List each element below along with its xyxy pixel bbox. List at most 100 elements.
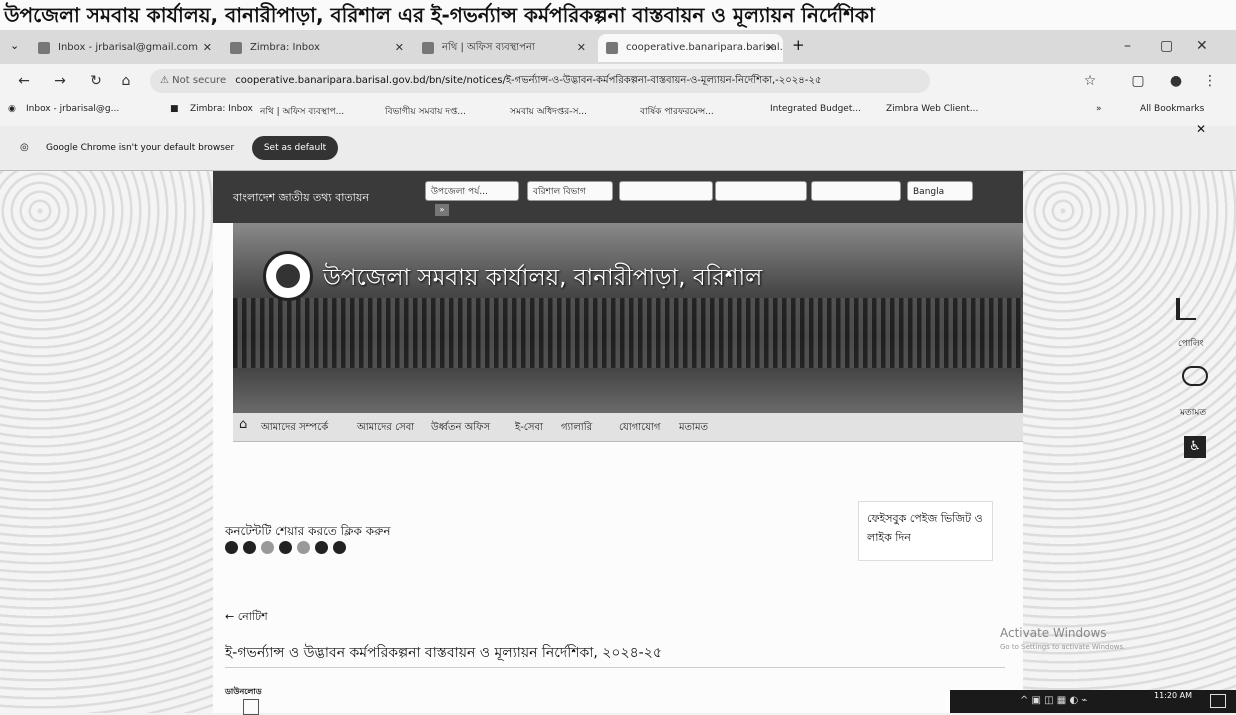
bookmarks-bar: ◉ Inbox - jrbarisal@g... ■ Zimbra: Inbox… [0, 98, 1236, 127]
bookmark-item[interactable]: Integrated Budget... [770, 104, 861, 114]
security-label: Not secure [172, 75, 227, 86]
bookmark-item[interactable]: Inbox - jrbarisal@g... [26, 104, 119, 114]
globe-icon [606, 42, 618, 54]
menu-gallery[interactable]: গ্যালারি [561, 420, 592, 437]
default-browser-infobar: ◎ Google Chrome isn't your default brows… [0, 122, 1236, 171]
download-label: ডাউনলোড [225, 687, 262, 696]
govt-logo-icon[interactable] [263, 251, 313, 301]
close-icon[interactable]: ✕ [577, 34, 586, 62]
menu-contact[interactable]: যোগাযোগ [619, 420, 660, 437]
tab-nothi[interactable]: নথি | অফিস ব্যবস্থাপনা ✕ [414, 34, 594, 62]
select-division[interactable]: বরিশাল বিভাগ [527, 181, 613, 201]
chat-icon[interactable] [1182, 366, 1208, 386]
menu-icon[interactable]: ⋮ [1200, 71, 1220, 91]
tab-label: Zimbra: Inbox [250, 42, 320, 53]
menu-services[interactable]: আমাদের সেবা [357, 420, 414, 437]
facebook-icon[interactable] [225, 541, 238, 554]
new-tab-icon[interactable]: + [792, 36, 805, 54]
menu-feedback[interactable]: মতামত [679, 420, 708, 437]
menu-e-service[interactable]: ই-সেবা [515, 420, 543, 437]
bookmark-item[interactable]: বিভাগীয় সমবায় দপ্ত... [385, 104, 466, 119]
linkedin-icon[interactable] [279, 541, 292, 554]
activate-windows-title: Activate Windows [1000, 626, 1107, 640]
tray-icons[interactable]: ^ ▣ ◫ ▦ ◐ ⌁ [1020, 695, 1087, 706]
accessibility-icon[interactable]: ♿ [1184, 436, 1206, 458]
reload-icon[interactable]: ↻ [86, 71, 106, 91]
facebook-page-text: ফেইসবুক পেইজ ভিজিট ও লাইক দিন [867, 512, 983, 544]
banner-image [233, 298, 1023, 368]
default-browser-message: Google Chrome isn't your default browser [46, 143, 235, 153]
feedback-label[interactable]: মতামত [1180, 405, 1206, 420]
notice-back-label: নোটিশ [237, 610, 268, 623]
bookmark-item[interactable]: Zimbra: Inbox [190, 104, 253, 114]
taskbar: ^ ▣ ◫ ▦ ◐ ⌁ 11:20 AM [950, 690, 1236, 713]
select-upazila[interactable] [715, 181, 807, 201]
poll-label[interactable]: পোলিং [1178, 336, 1204, 351]
notice-title: ই-গভর্ন্যান্স ও উদ্ভাবন কর্মপরিকল্পনা বা… [225, 645, 662, 661]
menu-about[interactable]: আমাদের সম্পর্কে [261, 420, 328, 437]
chrome-icon: ◎ [20, 142, 29, 153]
star-icon[interactable]: ☆ [1080, 71, 1100, 91]
taskbar-clock[interactable]: 11:20 AM [1154, 690, 1192, 701]
close-icon[interactable]: ✕ [395, 34, 404, 62]
bookmark-item[interactable]: Zimbra Web Client... [886, 104, 978, 114]
bookmark-item[interactable]: সমবায় অধিদপ্তর-স... [510, 104, 587, 119]
zimbra-icon [230, 42, 242, 54]
site-container: বাংলাদেশ জাতীয় তথ্য বাতায়ন উপজেলা পর্য… [213, 171, 1023, 715]
divider [225, 667, 1005, 668]
document-heading: উপজেলা সমবায় কার্যালয়, বানারীপাড়া, বর… [0, 0, 1236, 30]
logo-emblem [276, 264, 300, 288]
all-bookmarks[interactable]: All Bookmarks [1140, 104, 1204, 114]
close-window-button[interactable]: ✕ [1196, 38, 1208, 54]
address-bar-row: ← → ↻ ⌂ ⚠ Not secure cooperative.banarip… [0, 64, 1236, 98]
twitter-icon[interactable] [243, 541, 256, 554]
select-office[interactable] [811, 181, 901, 201]
email-icon[interactable] [297, 541, 310, 554]
minimize-button[interactable]: – [1124, 38, 1131, 54]
menu-higher-office[interactable]: উর্ধ্বতন অফিস [431, 420, 490, 437]
notification-icon[interactable] [1210, 694, 1226, 708]
home-icon[interactable]: ⌂ [116, 71, 136, 91]
tab-search-icon[interactable]: ⌄ [10, 39, 19, 52]
share-label: কনটেন্টটি শেয়ার করতে ক্লিক করুন [225, 524, 391, 538]
back-arrow-icon: ← [225, 610, 235, 623]
bookmark-item[interactable]: নথি | অফিস ব্যবস্থাপ... [260, 104, 344, 119]
profile-icon[interactable]: ● [1166, 71, 1186, 91]
home-icon[interactable]: ⌂ [239, 417, 247, 432]
print-icon[interactable] [315, 541, 328, 554]
set-default-button[interactable]: Set as default [252, 136, 338, 160]
forward-icon[interactable]: → [50, 71, 70, 91]
gmail-icon [38, 42, 50, 54]
close-infobar-icon[interactable]: ✕ [1196, 122, 1206, 136]
maximize-button[interactable]: ▢ [1160, 38, 1173, 54]
close-icon[interactable]: ✕ [766, 34, 775, 62]
extensions-icon[interactable]: ▢ [1128, 71, 1148, 91]
poll-icon[interactable] [1176, 298, 1196, 320]
globe-icon [422, 42, 434, 54]
google-icon[interactable] [261, 541, 274, 554]
tab-zimbra[interactable]: Zimbra: Inbox ✕ [222, 34, 412, 62]
tab-gmail[interactable]: Inbox - jrbarisal@gmail.com ✕ [30, 34, 220, 62]
activate-windows-note: Go to Settings to activate Windows. [1000, 643, 1126, 651]
left-pattern [0, 171, 213, 713]
notice-back-link[interactable]: ← নোটিশ [225, 608, 268, 627]
apps-icon[interactable]: ◉ [8, 104, 16, 114]
select-office-type[interactable]: উপজেলা পর্য... [425, 181, 519, 201]
select-language[interactable]: Bangla [907, 181, 973, 201]
more-bookmarks-icon[interactable]: » [1096, 104, 1102, 114]
tab-label: নথি | অফিস ব্যবস্থাপনা [442, 42, 535, 53]
close-icon[interactable]: ✕ [203, 34, 212, 62]
url-field[interactable]: ⚠ Not secure cooperative.banaripara.bari… [150, 69, 930, 93]
facebook-page-box[interactable]: ফেইসবুক পেইজ ভিজিট ও লাইক দিন [858, 501, 993, 561]
portal-topbar: বাংলাদেশ জাতীয় তথ্য বাতায়ন উপজেলা পর্য… [213, 171, 1023, 223]
office-title: উপজেলা সমবায় কার্যালয়, বানারীপাড়া, বর… [323, 265, 763, 291]
select-district[interactable] [619, 181, 713, 201]
youtube-icon[interactable]: ■ [170, 104, 179, 114]
messenger-icon[interactable] [333, 541, 346, 554]
tab-cooperative[interactable]: cooperative.banaripara.barisal.gov.bd ✕ [598, 34, 783, 62]
back-icon[interactable]: ← [14, 71, 34, 91]
go-icon[interactable]: » [435, 204, 449, 216]
bookmark-item[interactable]: বার্ষিক পারফরমেন্স... [640, 104, 714, 119]
url-text: cooperative.banaripara.barisal.gov.bd/bn… [235, 75, 822, 86]
portal-title[interactable]: বাংলাদেশ জাতীয় তথ্য বাতায়ন [233, 189, 369, 208]
